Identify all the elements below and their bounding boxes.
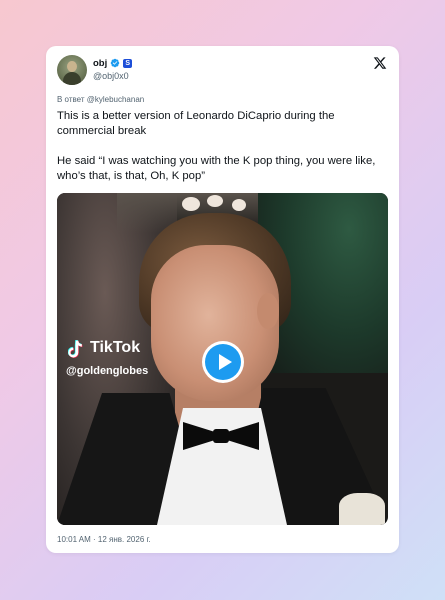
flower-decoration [232,199,246,211]
reply-context[interactable]: В ответ @kylebuchanan [57,95,144,104]
tweet-text: This is a better version of Leonardo DiC… [57,109,393,184]
tiktok-watermark: TikTok [68,338,140,358]
video-player[interactable]: TikTok @goldenglobes [57,193,388,525]
bowtie-shape [183,422,259,450]
video-subject-ear [257,293,279,329]
affiliate-badge[interactable]: S [123,58,133,68]
avatar-body [63,72,81,85]
play-icon [219,354,232,370]
author-name-row: obj S [93,56,133,70]
tweet-timestamp[interactable]: 10:01 AM · 12 янв. 2026 г. [57,535,151,544]
play-button-fill [205,344,241,380]
tweet-card: obj S @obj0x0 В ответ @kylebuchanan This… [46,46,399,553]
tweet-text-paragraph: He said “I was watching you with the K p… [57,155,376,182]
avatar-head [67,61,77,72]
tiktok-brand-text: TikTok [90,339,141,356]
verified-badge-icon [110,58,120,68]
display-name[interactable]: obj [93,58,107,69]
x-logo-icon[interactable] [373,56,387,70]
avatar[interactable] [57,55,87,85]
author-handle[interactable]: @obj0x0 [93,71,129,81]
flower-decoration [182,197,200,211]
flower-decoration [207,195,223,207]
play-button[interactable] [202,341,244,383]
tweet-text-paragraph: This is a better version of Leonardo DiC… [57,110,335,137]
tiktok-handle-text: @goldenglobes [66,365,149,377]
background-hand [339,493,385,525]
tiktok-icon [68,340,83,358]
